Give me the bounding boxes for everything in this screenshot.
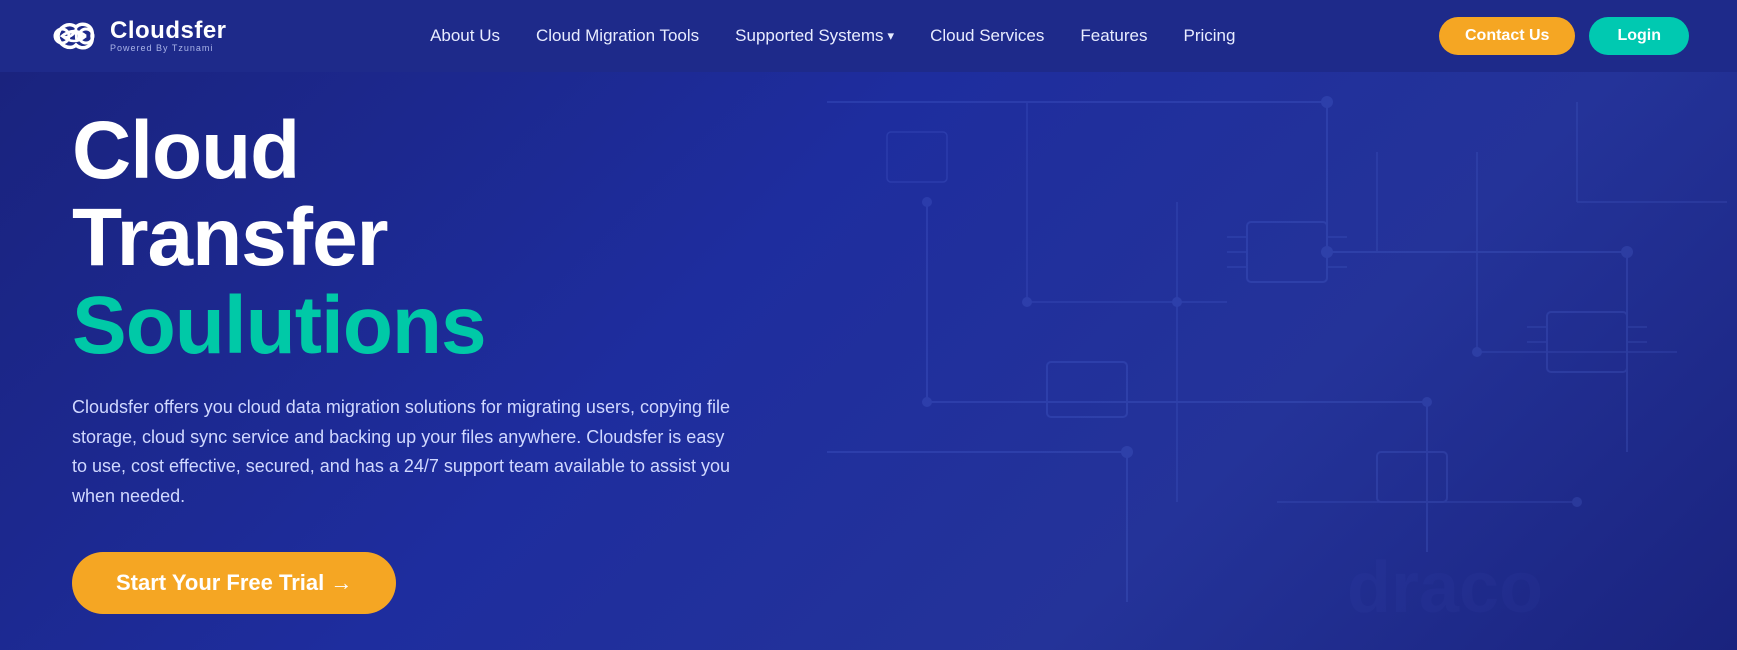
sidebar-item-cloud-migration[interactable]: Cloud Migration Tools [536,26,699,46]
sidebar-item-about-us[interactable]: About Us [430,26,500,46]
logo-icon [48,17,100,55]
nav-link-cloud-migration[interactable]: Cloud Migration Tools [536,26,699,45]
nav-link-about-us[interactable]: About Us [430,26,500,45]
hero-description: Cloudsfer offers you cloud data migratio… [72,393,732,512]
nav-links: About Us Cloud Migration Tools Supported… [430,26,1235,46]
hero-title-teal: Soulutions [72,281,732,371]
start-trial-button[interactable]: Start Your Free Trial → [72,552,396,614]
chevron-down-icon: ▾ [888,28,895,44]
contact-us-button[interactable]: Contact Us [1439,17,1575,55]
hero-title-line1: Cloud [72,108,732,194]
sidebar-item-cloud-services[interactable]: Cloud Services [930,26,1044,46]
nav-link-pricing[interactable]: Pricing [1183,26,1235,45]
nav-link-features[interactable]: Features [1080,26,1147,45]
nav-buttons: Contact Us Login [1439,17,1689,55]
circuit-bg: draco [727,72,1737,650]
hero-section: draco Cloud Transfer Soulutions Cloudsfe… [0,72,1737,650]
hero-title-line2: Transfer [72,195,732,281]
logo[interactable]: Cloudsfer Powered By Tzunami [48,17,227,55]
svg-text:draco: draco [1347,548,1543,628]
navbar: Cloudsfer Powered By Tzunami About Us Cl… [0,0,1737,72]
start-trial-label: Start Your Free Trial → [116,570,352,596]
sidebar-item-pricing[interactable]: Pricing [1183,26,1235,46]
sidebar-item-supported-systems[interactable]: Supported Systems ▾ [735,26,894,46]
login-button[interactable]: Login [1589,17,1689,55]
logo-sub: Powered By Tzunami [110,43,227,53]
nav-link-cloud-services[interactable]: Cloud Services [930,26,1044,45]
nav-link-supported-systems[interactable]: Supported Systems ▾ [735,26,894,46]
hero-content: Cloud Transfer Soulutions Cloudsfer offe… [0,108,732,613]
logo-name: Cloudsfer [110,19,227,43]
sidebar-item-features[interactable]: Features [1080,26,1147,46]
